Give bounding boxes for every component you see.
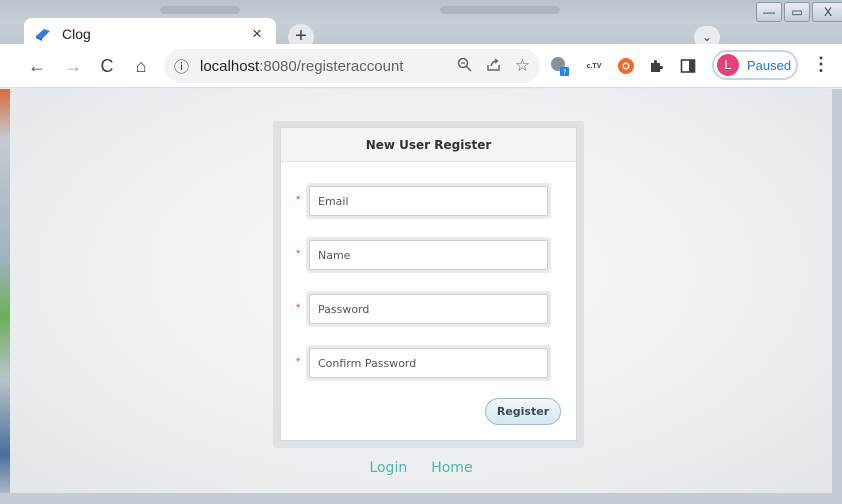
extension-avatar-icon[interactable]: ? (548, 54, 572, 78)
url-host: localhost (200, 57, 260, 75)
password-row: * (281, 291, 578, 327)
window-controls: — ▭ X (754, 2, 842, 26)
desktop-edge (0, 89, 10, 504)
back-button[interactable]: ← (24, 53, 50, 79)
zoom-icon[interactable] (457, 57, 472, 76)
desktop-edge (832, 89, 842, 504)
avatar: L (717, 54, 739, 76)
background-blur (440, 6, 560, 14)
required-mark: * (296, 248, 301, 260)
url-path: :8080/registeraccount (259, 57, 404, 75)
maximize-button[interactable]: ▭ (784, 2, 810, 22)
puzzle-icon[interactable] (644, 54, 668, 78)
tab-close-icon[interactable]: × (248, 24, 266, 44)
email-field[interactable] (309, 186, 548, 216)
confirm-password-row: * (281, 345, 578, 381)
profile-status: Paused (747, 57, 792, 73)
home-link[interactable]: Home (431, 460, 472, 476)
share-icon[interactable] (486, 57, 501, 76)
browser-toolbar: ← → C ⌂ ⓘ localhost:8080/registeraccount… (0, 44, 842, 88)
email-field-frame (306, 183, 551, 219)
required-mark: * (296, 302, 301, 314)
panel-title: New User Register (281, 128, 576, 162)
name-row: * (281, 237, 578, 273)
footer-links: Login Home (0, 460, 842, 476)
login-link[interactable]: Login (369, 460, 407, 476)
close-window-button[interactable]: X (812, 2, 842, 22)
omnibox-actions: ☆ (457, 49, 530, 83)
site-info-icon[interactable]: ⓘ (174, 56, 194, 77)
register-button[interactable]: Register (485, 398, 561, 425)
forward-button[interactable]: → (60, 53, 86, 79)
password-field[interactable] (309, 294, 548, 324)
orange-extension-icon[interactable] (614, 54, 638, 78)
background-blur (160, 6, 240, 14)
password-field-frame (306, 291, 551, 327)
address-bar[interactable]: ⓘ localhost:8080/registeraccount ☆ (164, 49, 540, 83)
profile-button[interactable]: L Paused (712, 50, 798, 80)
required-mark: * (296, 356, 301, 368)
reload-button[interactable]: C (94, 53, 120, 79)
email-row: * (281, 183, 578, 219)
url-text: localhost:8080/registeraccount (200, 58, 403, 75)
required-mark: * (296, 194, 301, 206)
tab-title: Clog (62, 26, 91, 42)
svg-text:?: ? (563, 69, 567, 77)
window-titlebar: Clog × + ⌄ — ▭ X (0, 0, 842, 50)
more-menu-icon[interactable]: ⋮ (812, 54, 830, 75)
home-button[interactable]: ⌂ (128, 53, 154, 79)
ctv-extension-icon[interactable]: c.TV (582, 54, 606, 78)
name-field-frame (306, 237, 551, 273)
minimize-button[interactable]: — (756, 2, 782, 22)
confirm-password-field-frame (306, 345, 551, 381)
bookmark-star-icon[interactable]: ☆ (515, 56, 530, 76)
book-favicon-icon (34, 25, 52, 43)
name-field[interactable] (309, 240, 548, 270)
confirm-password-field[interactable] (309, 348, 548, 378)
register-panel: New User Register * * * * Register (280, 127, 577, 441)
desktop-edge (0, 493, 842, 504)
side-panel-icon[interactable] (676, 54, 700, 78)
